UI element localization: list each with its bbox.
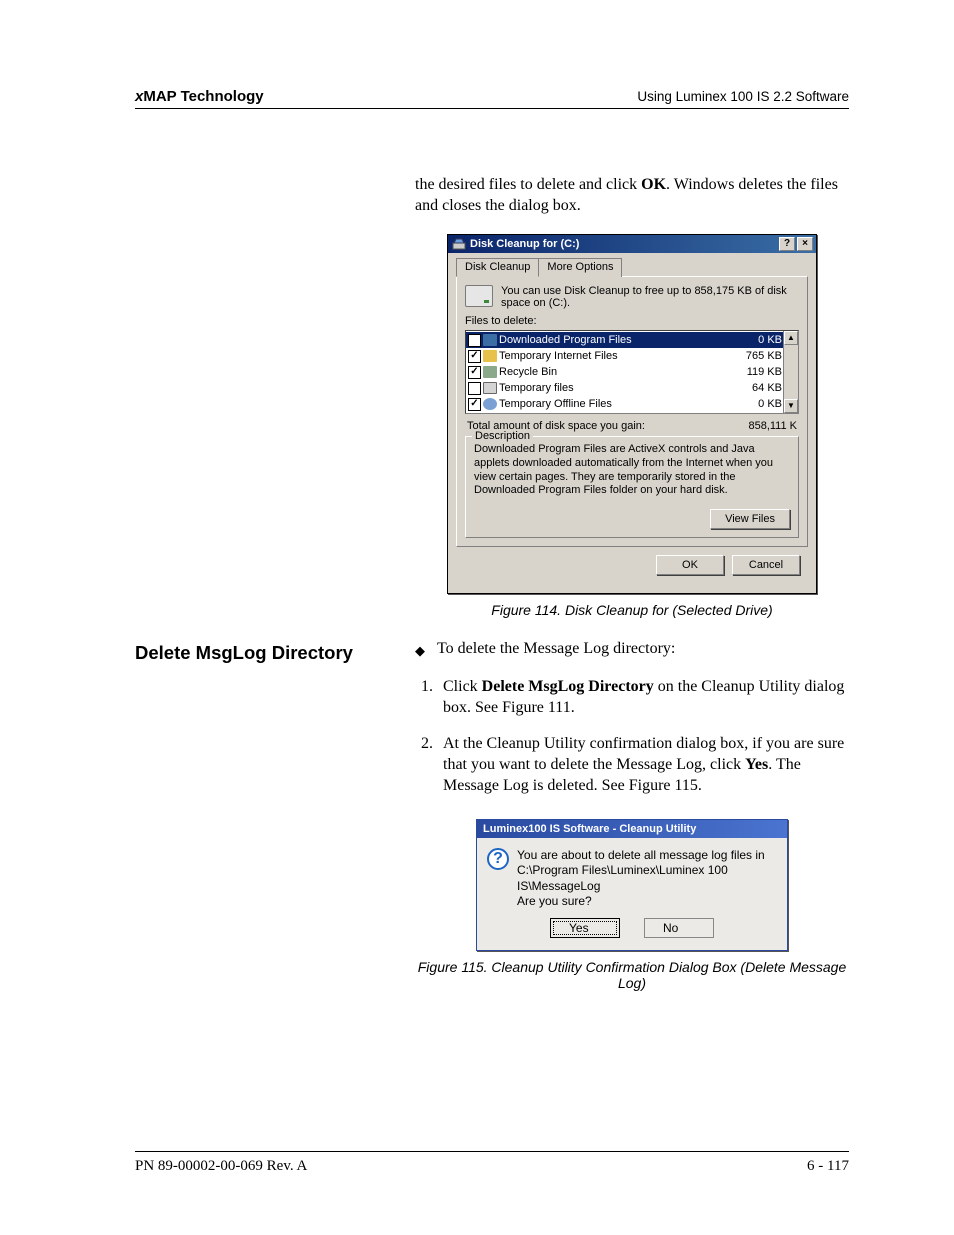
step1-a: Click — [443, 678, 482, 695]
globe-icon — [483, 398, 497, 410]
intro-bold: OK — [641, 176, 666, 193]
figure-115: Luminex100 IS Software - Cleanup Utility… — [415, 819, 849, 951]
intro-a: the desired files to delete and click — [415, 176, 641, 193]
checkbox[interactable] — [468, 350, 481, 363]
tab-panel: You can use Disk Cleanup to free up to 8… — [456, 276, 808, 547]
step-2: At the Cleanup Utility confirmation dial… — [437, 733, 849, 797]
help-button[interactable]: ? — [779, 237, 795, 251]
list-item[interactable]: Recycle Bin 119 KB — [466, 364, 798, 380]
drive-icon — [465, 285, 493, 307]
step-1: Click Delete MsgLog Directory on the Cle… — [437, 676, 849, 719]
yes-button[interactable]: Yes — [550, 918, 620, 938]
confirm-line3: Are you sure? — [517, 894, 777, 910]
folder-icon — [483, 334, 497, 346]
header-left: xMAP Technology — [135, 88, 264, 105]
description-text: Downloaded Program Files are ActiveX con… — [474, 443, 790, 501]
scroll-down-button[interactable]: ▼ — [784, 399, 798, 413]
intro-paragraph: the desired files to delete and click OK… — [415, 174, 849, 216]
total-value: 858,111 K — [748, 420, 797, 432]
checkbox[interactable] — [468, 366, 481, 379]
step1-bold: Delete MsgLog Directory — [482, 678, 654, 695]
footer-left: PN 89-00002-00-069 Rev. A — [135, 1158, 307, 1175]
confirm-message: You are about to delete all message log … — [517, 848, 777, 910]
bullet-text: To delete the Message Log directory: — [437, 640, 675, 658]
item-size: 0 KB — [730, 334, 782, 346]
disk-cleanup-dialog: Disk Cleanup for (C:) ? × Disk Cleanup M… — [447, 234, 817, 594]
description-legend: Description — [472, 430, 533, 442]
item-size: 765 KB — [730, 350, 782, 362]
view-files-button[interactable]: View Files — [710, 509, 790, 529]
item-name: Temporary Internet Files — [499, 350, 730, 362]
tab-disk-cleanup[interactable]: Disk Cleanup — [456, 258, 539, 277]
item-size: 64 KB — [730, 382, 782, 394]
recycle-bin-icon — [483, 366, 497, 378]
numbered-steps: Click Delete MsgLog Directory on the Cle… — [415, 676, 849, 796]
cancel-button[interactable]: Cancel — [732, 555, 800, 575]
disk-cleanup-icon — [452, 237, 466, 251]
files-to-delete-label: Files to delete: — [465, 315, 799, 327]
figure-114-caption: Figure 114. Disk Cleanup for (Selected D… — [415, 602, 849, 618]
item-name: Recycle Bin — [499, 366, 730, 378]
close-button[interactable]: × — [797, 237, 813, 251]
no-button[interactable]: No — [644, 918, 714, 938]
cleanup-intro-text: You can use Disk Cleanup to free up to 8… — [501, 285, 799, 309]
item-name: Downloaded Program Files — [499, 334, 730, 346]
header-right: Using Luminex 100 IS 2.2 Software — [637, 89, 849, 104]
list-item[interactable]: Temporary Internet Files 765 KB — [466, 348, 798, 364]
list-item[interactable]: Temporary files 64 KB — [466, 380, 798, 396]
dialog-title: Disk Cleanup for (C:) — [470, 238, 579, 250]
scrollbar[interactable]: ▲ ▼ — [783, 331, 798, 413]
list-item[interactable]: Downloaded Program Files 0 KB — [466, 332, 798, 348]
ok-button[interactable]: OK — [656, 555, 724, 575]
figure-115-caption: Figure 115. Cleanup Utility Confirmation… — [415, 959, 849, 991]
checkbox[interactable] — [468, 382, 481, 395]
tab-strip: Disk Cleanup More Options — [456, 257, 808, 277]
file-list[interactable]: Downloaded Program Files 0 KB Temporary … — [465, 330, 799, 414]
intro-bullet: ◆ To delete the Message Log directory: — [415, 640, 849, 662]
step2-bold: Yes — [745, 756, 768, 773]
checkbox[interactable] — [468, 398, 481, 411]
tab-more-options[interactable]: More Options — [538, 258, 622, 277]
header-left-rest: MAP Technology — [143, 88, 263, 105]
item-size: 119 KB — [730, 366, 782, 378]
confirm-title: Luminex100 IS Software - Cleanup Utility — [477, 820, 787, 838]
item-name: Temporary Offline Files — [499, 398, 730, 410]
figure-114: Disk Cleanup for (C:) ? × Disk Cleanup M… — [415, 234, 849, 594]
section-heading: Delete MsgLog Directory — [135, 640, 385, 664]
dialog-titlebar: Disk Cleanup for (C:) ? × — [448, 235, 816, 253]
scroll-up-button[interactable]: ▲ — [784, 331, 798, 345]
item-name: Temporary files — [499, 382, 730, 394]
page-footer: PN 89-00002-00-069 Rev. A 6 - 117 — [135, 1151, 849, 1175]
diamond-bullet-icon: ◆ — [415, 640, 425, 662]
confirm-line2: C:\Program Files\Luminex\Luminex 100 IS\… — [517, 863, 777, 894]
document-icon — [483, 382, 497, 394]
confirm-line1: You are about to delete all message log … — [517, 848, 777, 864]
footer-right: 6 - 117 — [807, 1158, 849, 1175]
confirm-dialog: Luminex100 IS Software - Cleanup Utility… — [476, 819, 788, 951]
question-icon: ? — [487, 848, 509, 870]
list-item[interactable]: Temporary Offline Files 0 KB — [466, 396, 798, 412]
running-header: xMAP Technology Using Luminex 100 IS 2.2… — [135, 88, 849, 109]
checkbox[interactable] — [468, 334, 481, 347]
lock-icon — [483, 350, 497, 362]
description-groupbox: Description Downloaded Program Files are… — [465, 436, 799, 538]
item-size: 0 KB — [730, 398, 782, 410]
